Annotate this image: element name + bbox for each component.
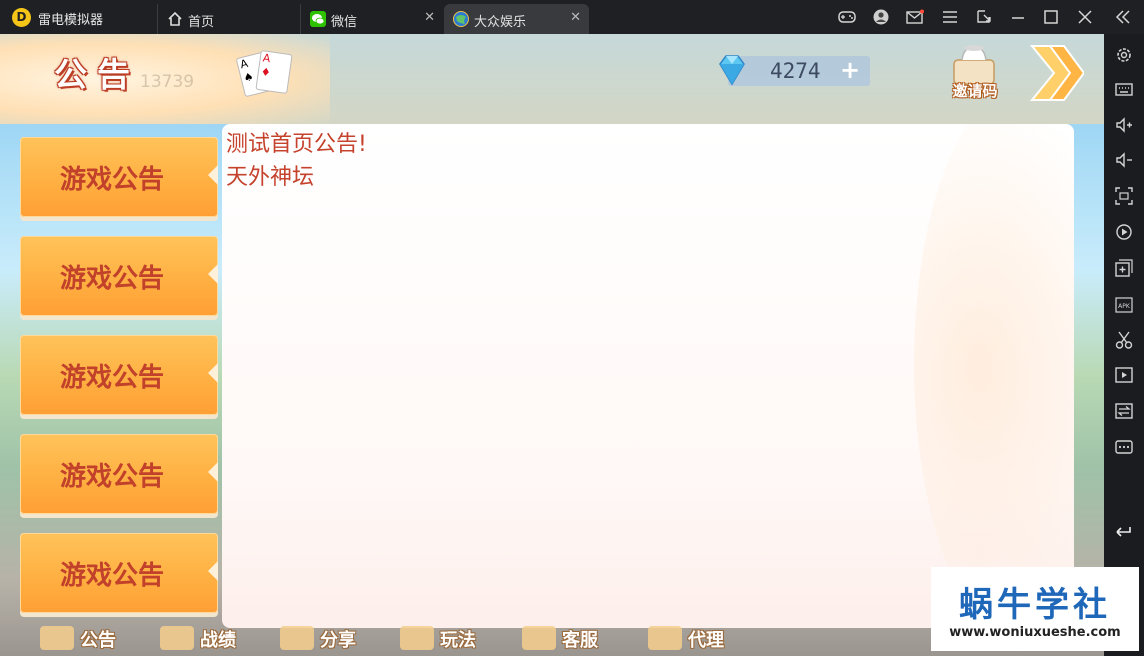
- app-name: 雷电模拟器: [38, 13, 104, 28]
- add-window-icon[interactable]: [1115, 259, 1133, 277]
- more-icon[interactable]: [1115, 438, 1133, 456]
- app-logo-icon: D: [12, 8, 31, 27]
- tab-label: 首页: [188, 15, 215, 30]
- record-icon[interactable]: [1115, 223, 1133, 241]
- sync-icon[interactable]: [1115, 402, 1133, 420]
- announcement-panel: 测试首页公告! 天外神坛: [222, 124, 1074, 628]
- gamepad-icon[interactable]: [838, 9, 856, 25]
- menu-item-game-notice-1[interactable]: 游戏公告: [20, 137, 218, 217]
- video-icon[interactable]: [1115, 366, 1133, 384]
- menu-item-label: 游戏公告: [60, 264, 165, 294]
- game-screen: 公告 13739 A ♠ A ♦ 4274 + 邀请码 游戏公告 游戏公告 游戏…: [0, 34, 1104, 656]
- expand-icon[interactable]: [975, 9, 993, 25]
- close-icon[interactable]: [1076, 9, 1094, 25]
- trophy-icon: [160, 626, 194, 650]
- back-arrow-icon[interactable]: [1115, 522, 1133, 540]
- wechat-icon: [310, 11, 326, 27]
- apk-icon[interactable]: APK: [1115, 295, 1133, 313]
- playing-cards-icon: A ♠ A ♦: [235, 48, 302, 98]
- watermark-title: 蜗牛学社: [959, 585, 1111, 625]
- tab-label: 大众娱乐: [474, 15, 527, 30]
- headset-icon: [522, 626, 556, 650]
- notice-icon: [40, 626, 74, 650]
- game-globe-icon: [453, 11, 469, 27]
- menu-icon[interactable]: [941, 9, 959, 25]
- nav-label: 公告: [80, 630, 116, 651]
- announcement-line-1: 测试首页公告!: [226, 132, 367, 157]
- watermark-url: www.woniuxueshe.com: [949, 625, 1121, 640]
- menu-item-label: 游戏公告: [60, 165, 165, 195]
- nav-label: 代理: [688, 630, 724, 651]
- settings-icon[interactable]: [1115, 46, 1133, 64]
- panel-decoration: [914, 124, 1074, 628]
- menu-item-label: 游戏公告: [60, 363, 165, 393]
- diamond-count: 4274: [770, 59, 821, 83]
- keyboard-icon[interactable]: [1115, 80, 1133, 98]
- invite-code-button[interactable]: 邀请码: [944, 40, 1006, 102]
- watermark-logo: 蜗牛学社 www.woniuxueshe.com: [931, 567, 1139, 651]
- tab-home[interactable]: 首页: [157, 4, 298, 34]
- menu-notch: [208, 264, 218, 284]
- menu-item-label: 游戏公告: [60, 462, 165, 492]
- home-icon: [168, 11, 182, 26]
- emulator-sidebar: APK: [1104, 34, 1144, 656]
- tab-close-icon[interactable]: ✕: [424, 10, 435, 25]
- mail-icon[interactable]: [906, 9, 924, 25]
- svg-text:APK: APK: [1118, 303, 1131, 310]
- menu-item-game-notice-5[interactable]: 游戏公告: [20, 533, 218, 613]
- return-arrows-button[interactable]: [1028, 42, 1084, 104]
- menu-item-game-notice-4[interactable]: 游戏公告: [20, 434, 218, 514]
- agent-icon: [648, 626, 682, 650]
- announcement-line-2: 天外神坛: [226, 165, 315, 190]
- nav-label: 客服: [562, 630, 598, 651]
- tab-wechat[interactable]: 微信 ✕: [300, 4, 443, 34]
- volume-up-icon[interactable]: [1115, 116, 1133, 134]
- menu-item-label: 游戏公告: [60, 561, 165, 591]
- user-icon[interactable]: [872, 9, 890, 25]
- title-bar: D 雷电模拟器 首页 微信 ✕ 大众娱乐 ✕: [0, 0, 1144, 34]
- maximize-icon[interactable]: [1042, 9, 1060, 25]
- diamond-icon: [719, 55, 745, 86]
- nav-label: 战绩: [200, 630, 236, 651]
- tab-label: 微信: [331, 15, 358, 30]
- nav-label: 分享: [320, 630, 356, 651]
- add-diamond-button[interactable]: +: [840, 56, 860, 84]
- volume-down-icon[interactable]: [1115, 151, 1133, 169]
- share-icon: [280, 626, 314, 650]
- menu-notch: [208, 561, 218, 581]
- menu-notch: [208, 462, 218, 482]
- invite-code-label: 邀请码: [952, 82, 998, 100]
- background-player-id: 13739: [140, 72, 195, 92]
- diamond-balance: 4274 +: [719, 55, 870, 86]
- rules-icon: [400, 626, 434, 650]
- tab-close-icon[interactable]: ✕: [570, 10, 581, 25]
- screenshot-icon[interactable]: [1115, 187, 1133, 205]
- menu-notch: [208, 363, 218, 383]
- menu-notch: [208, 165, 218, 185]
- page-title: 公告: [54, 55, 140, 94]
- minimize-icon[interactable]: [1009, 9, 1027, 25]
- menu-item-game-notice-3[interactable]: 游戏公告: [20, 335, 218, 415]
- menu-item-game-notice-2[interactable]: 游戏公告: [20, 236, 218, 316]
- scissors-icon[interactable]: [1115, 331, 1133, 349]
- collapse-icon[interactable]: [1114, 9, 1132, 25]
- tab-game[interactable]: 大众娱乐 ✕: [444, 4, 589, 34]
- nav-label: 玩法: [440, 630, 476, 651]
